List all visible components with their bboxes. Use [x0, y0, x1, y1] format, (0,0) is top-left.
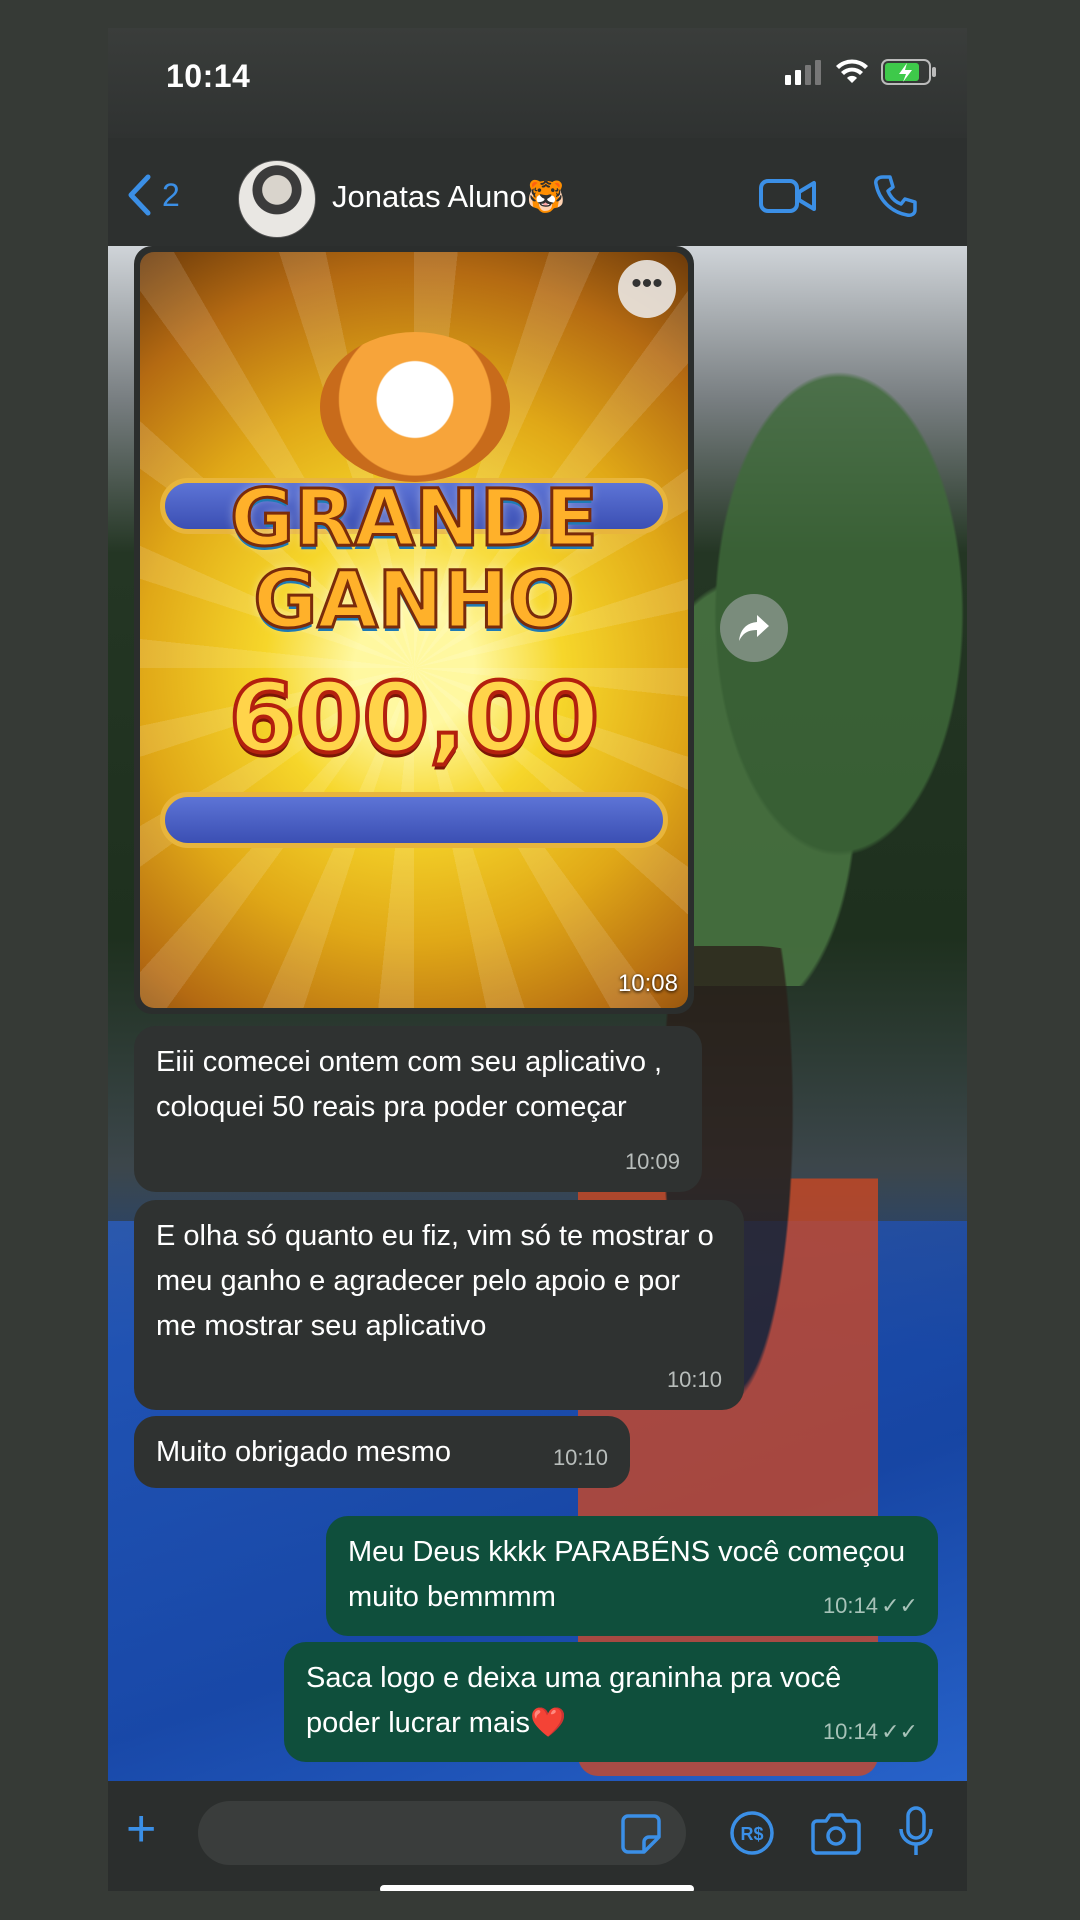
message-text: Meu Deus kkkk PARABÉNS você começou muit… [348, 1536, 906, 1613]
read-receipt-icon: ✓✓ [881, 1719, 918, 1744]
message-bubble-incoming[interactable]: Eiii comecei ontem com seu aplicativo , … [134, 1026, 702, 1192]
message-time: 10:10 [666, 1367, 722, 1392]
message-bubble-incoming[interactable]: Muito obrigado mesmo 10:10 [134, 1416, 630, 1488]
chat-area[interactable]: GRANDE GANHO 600,00 ••• 10:08 Eiii comec… [108, 246, 967, 1781]
unread-count: 2 [162, 176, 180, 213]
chevron-left-icon [128, 174, 151, 216]
message-input-bar: + R$ [108, 1781, 967, 1891]
status-icons [785, 58, 937, 86]
status-bar: 10:14 [108, 28, 967, 138]
home-indicator[interactable] [380, 1885, 694, 1891]
message-bubble-incoming[interactable]: E olha só quanto eu fiz, vim só te mostr… [134, 1200, 744, 1410]
camera-icon[interactable] [811, 1811, 861, 1855]
wifi-icon [836, 59, 868, 83]
svg-text:R$: R$ [740, 1824, 763, 1844]
win-title-line1: GRANDE [229, 473, 600, 566]
video-call-icon[interactable] [759, 176, 817, 216]
status-time: 10:14 [166, 58, 251, 94]
win-amount: 600,00 [227, 660, 601, 776]
chat-header: 2 Jonatas Aluno🐯 [108, 138, 967, 246]
ornament-bar-bottom [160, 792, 668, 848]
ellipsis-icon[interactable]: ••• [618, 260, 676, 318]
message-time: 10:10 [552, 1445, 608, 1470]
game-win-image[interactable]: GRANDE GANHO 600,00 ••• 10:08 [140, 252, 688, 1008]
forward-button[interactable] [720, 594, 788, 662]
message-time: 10:09 [624, 1149, 680, 1174]
header-actions [759, 174, 917, 218]
phone-screen: 10:14 2 Jonatas Aluno🐯 GRANDE GANHO 600,… [108, 28, 967, 1891]
attach-plus-icon[interactable]: + [126, 1803, 156, 1855]
message-time: 10:14 [822, 1593, 878, 1618]
message-text: Muito obrigado mesmo [156, 1436, 451, 1468]
message-bubble-outgoing[interactable]: Meu Deus kkkk PARABÉNS você começou muit… [326, 1516, 938, 1636]
battery-charging-icon [881, 59, 936, 85]
message-time: 10:08 [617, 970, 678, 997]
tiger-mascot [320, 332, 510, 482]
message-text: Eiii comecei ontem com seu aplicativo , … [156, 1046, 663, 1123]
wallpaper-trees [647, 366, 967, 986]
message-time: 10:14 [822, 1719, 878, 1744]
back-button[interactable]: 2 [126, 174, 180, 216]
forward-arrow-icon [739, 615, 769, 641]
contact-name[interactable]: Jonatas Aluno🐯 [332, 178, 565, 215]
phone-call-icon[interactable] [873, 174, 917, 218]
payment-rs-icon[interactable]: R$ [728, 1809, 776, 1857]
win-title-line2: GANHO [252, 555, 576, 648]
contact-avatar[interactable] [238, 160, 316, 238]
read-receipt-icon: ✓✓ [881, 1593, 918, 1618]
message-text: E olha só quanto eu fiz, vim só te mostr… [156, 1220, 714, 1342]
image-message[interactable]: GRANDE GANHO 600,00 ••• 10:08 [134, 246, 694, 1014]
signal-icon [785, 60, 821, 85]
message-input[interactable] [198, 1801, 686, 1865]
message-bubble-outgoing[interactable]: Saca logo e deixa uma graninha pra você … [284, 1642, 938, 1762]
message-text: Saca logo e deixa uma graninha pra você … [306, 1662, 842, 1739]
microphone-icon[interactable] [898, 1805, 934, 1859]
sticker-icon[interactable] [620, 1813, 662, 1855]
